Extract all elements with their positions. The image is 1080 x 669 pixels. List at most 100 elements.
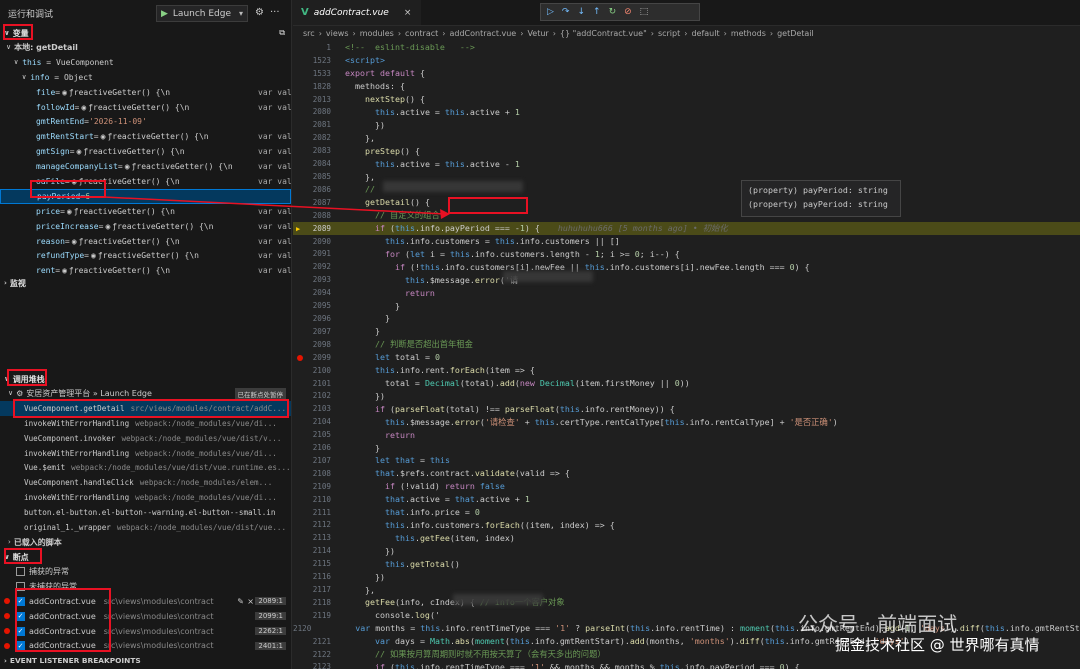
code-line[interactable]: 2113 this.getFee(item, index) [293, 531, 1080, 544]
variables-section-header[interactable]: ∨ 变量 ⧉ [0, 26, 291, 40]
code-line[interactable]: 2118 getFee(info, cIndex) { // info一个客户对… [293, 596, 1080, 609]
line-number[interactable]: 2117 [293, 585, 333, 594]
code-line[interactable]: 2114 }) [293, 544, 1080, 557]
variable-this[interactable]: ∨ this = VueComponent [0, 55, 291, 70]
line-number[interactable]: 2109 [293, 482, 333, 491]
code-line[interactable]: 2123 if (this.info.rentTimeType === '1' … [293, 661, 1080, 669]
stack-frame[interactable]: button.el-button.el-button--warning.el-b… [0, 505, 291, 520]
code-line[interactable]: 2094 return [293, 286, 1080, 299]
line-number[interactable]: 2110 [293, 495, 333, 504]
breadcrumb-item[interactable]: {} "addContract.vue" [560, 29, 647, 38]
line-number[interactable]: 1523 [293, 56, 333, 65]
code-line[interactable]: 2112 this.info.customers.forEach((item, … [293, 519, 1080, 532]
line-number[interactable]: 2094 [293, 288, 333, 297]
code-line[interactable]: 2080 this.active = this.active + 1 [293, 106, 1080, 119]
line-number[interactable]: 2100 [293, 366, 333, 375]
code-line[interactable]: 2100 this.info.rent.forEach(item => { [293, 364, 1080, 377]
code-line[interactable]: 2081 }) [293, 118, 1080, 131]
breakpoints-section-header[interactable]: ∨ 断点 [0, 550, 291, 564]
line-number[interactable]: 2111 [293, 508, 333, 517]
line-number[interactable]: 2081 [293, 120, 333, 129]
variable-row[interactable]: file = ◉ƒ reactiveGetter() {\nvar valu..… [0, 85, 291, 100]
collapse-all-icon[interactable]: ⧉ [279, 28, 285, 38]
code-line[interactable]: 2095 } [293, 299, 1080, 312]
line-number[interactable]: 2112 [293, 520, 333, 529]
code-line[interactable]: 2092 if (!this.info.customers[i].newFee … [293, 260, 1080, 273]
code-line[interactable]: 2109 if (!valid) return false [293, 480, 1080, 493]
variable-row[interactable]: price = ◉ƒ reactiveGetter() {\nvar val..… [0, 204, 291, 219]
breadcrumb-item[interactable]: methods [731, 29, 766, 38]
breadcrumb-item[interactable]: Vetur [527, 29, 548, 38]
tab-addcontract[interactable]: V addContract.vue × [293, 0, 422, 25]
line-number[interactable]: 2107 [293, 456, 333, 465]
breadcrumb-item[interactable]: modules [360, 29, 394, 38]
code-line[interactable]: 1533 export default { [293, 67, 1080, 80]
breadcrumb-item[interactable]: addContract.vue [449, 29, 516, 38]
breakpoint-dot-icon[interactable] [297, 354, 303, 361]
code-line[interactable]: 2105 return [293, 428, 1080, 441]
code-line[interactable]: 2103 if (parseFloat(total) !== parseFloa… [293, 402, 1080, 415]
line-number[interactable]: 2113 [293, 533, 333, 542]
line-number[interactable]: 2084 [293, 159, 333, 168]
breadcrumb-item[interactable]: default [691, 29, 719, 38]
line-number[interactable]: 2104 [293, 417, 333, 426]
stack-frame[interactable]: invokeWithErrorHandling webpack:/node_mod… [0, 416, 291, 431]
gear-icon[interactable]: ⚙ [255, 7, 264, 18]
code-line[interactable]: 2107 let that = this [293, 454, 1080, 467]
code-line[interactable]: 2115 this.getTotal() [293, 557, 1080, 570]
more-icon[interactable]: ··· [270, 7, 280, 18]
code-line[interactable]: 1 <!-- eslint-disable --> [293, 41, 1080, 54]
code-line[interactable]: 2120 var months = this.info.rentTimeType… [293, 622, 1080, 635]
code-line[interactable]: 1828 methods: { [293, 80, 1080, 93]
event-listener-breakpoints-header[interactable]: › EVENT LISTENER BREAKPOINTS [0, 653, 291, 668]
line-number[interactable]: 2123 [293, 662, 333, 669]
line-number[interactable]: 2082 [293, 133, 333, 142]
code-line[interactable]: 2082 }, [293, 131, 1080, 144]
variable-row[interactable]: refundType = ◉ ƒ reactiveGetter() {\n var … [0, 248, 291, 263]
step-out-icon[interactable]: ↑ [593, 7, 601, 17]
line-number[interactable]: 2120 [293, 624, 313, 633]
code-line[interactable]: 2096 } [293, 312, 1080, 325]
caught-exceptions-row[interactable]: 捕获的异常 [0, 564, 291, 579]
code-line[interactable]: 1523 <script> [293, 54, 1080, 67]
stack-frame[interactable]: invokeWithErrorHandling webpack:/node_mod… [0, 446, 291, 461]
line-number[interactable]: 2122 [293, 650, 333, 659]
code-line[interactable]: 2099 let total = 0 [293, 351, 1080, 364]
scope-row[interactable]: ∨ 本地: getDetail [0, 40, 291, 55]
code-line[interactable]: 2093 this.$message.error('请 [293, 273, 1080, 286]
line-number[interactable]: 2085 [293, 172, 333, 181]
line-number[interactable]: 2114 [293, 546, 333, 555]
code-line[interactable]: 2111 that.info.price = 0 [293, 506, 1080, 519]
line-number[interactable]: 2092 [293, 262, 333, 271]
stack-frame[interactable]: original_1._wrapper webpack:/node_modules… [0, 520, 291, 535]
line-number[interactable]: 1828 [293, 82, 333, 91]
launch-config-select[interactable]: ▶ Launch Edge ▾ [156, 5, 248, 22]
line-number[interactable]: 2103 [293, 404, 333, 413]
variable-row[interactable]: priceIncrease = ◉ ƒ reactiveGetter() {\n v… [0, 219, 291, 234]
code-line[interactable]: 2110 that.active = that.active + 1 [293, 493, 1080, 506]
line-number[interactable]: 2118 [293, 598, 333, 607]
code-line[interactable]: 2013 nextStep() { [293, 93, 1080, 106]
code-line[interactable]: 2090 this.info.customers = this.info.cus… [293, 235, 1080, 248]
step-over-icon[interactable]: ↷ [562, 7, 570, 17]
code-line[interactable]: 2088 // 自定义的组合 [293, 209, 1080, 222]
code-line[interactable]: 2104 this.$message.error('请检查' + this.ce… [293, 415, 1080, 428]
disconnect-icon[interactable]: ⊘ [624, 7, 632, 17]
line-number[interactable]: 2091 [293, 249, 333, 258]
variable-row[interactable]: gmtSign = ◉ ƒ reactiveGetter() {\n var val… [0, 144, 291, 159]
code-line[interactable]: ▶ 2089 if (this.info.payPeriod === -1) {h… [293, 221, 1080, 235]
code-line[interactable]: 2087 getDetail() { [293, 196, 1080, 209]
line-number[interactable]: 2087 [293, 198, 333, 207]
line-number[interactable]: 2101 [293, 379, 333, 388]
line-number[interactable]: 2093 [293, 275, 333, 284]
code-line[interactable]: 2102 }) [293, 389, 1080, 402]
inspect-icon[interactable]: ⬚ [640, 7, 649, 17]
watch-section-header[interactable]: › 监视 [0, 276, 291, 290]
line-number[interactable]: 2090 [293, 237, 333, 246]
breadcrumb-item[interactable]: getDetail [777, 29, 814, 38]
stack-frame[interactable]: VueComponent.handleClick webpack:/node_mo… [0, 475, 291, 490]
line-number[interactable]: 2013 [293, 95, 333, 104]
variable-row[interactable]: gmtRentEnd = '2026-11-09' [0, 114, 291, 129]
line-number[interactable]: 2119 [293, 611, 333, 620]
code-line[interactable]: 2098 // 判断是否超出首年租金 [293, 338, 1080, 351]
